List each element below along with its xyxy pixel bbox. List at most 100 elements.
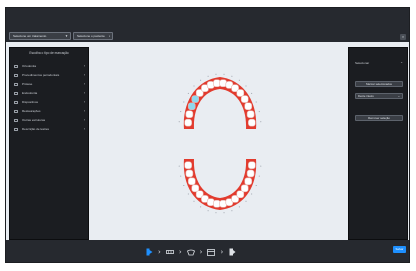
tooth-marker	[255, 101, 257, 103]
selection-header: Selecionar	[355, 61, 370, 65]
tooth	[184, 161, 192, 170]
device-icon	[14, 101, 18, 104]
tooth-marker	[258, 175, 260, 177]
menu-item-4[interactable]: Endodontia ›	[13, 90, 87, 97]
chevron-right-icon: ›	[158, 248, 161, 256]
chevron-down-icon[interactable]: ⌄	[400, 60, 403, 64]
tooth-marker	[260, 165, 262, 167]
crown-icon	[14, 83, 18, 86]
root-icon	[14, 92, 18, 95]
tooth-marker	[178, 165, 180, 167]
patient-select[interactable]: Selecione o paciente ▪	[73, 32, 113, 40]
expand-icon[interactable]: ×	[400, 34, 406, 40]
odontogram[interactable]	[96, 47, 341, 240]
tooth-marker	[215, 212, 217, 214]
tooth	[244, 177, 253, 186]
tooth-marker	[180, 175, 182, 177]
tooth	[213, 199, 221, 208]
tooth	[187, 177, 196, 186]
menu-item-6[interactable]: Restaurações ›	[13, 108, 87, 115]
tooth-marker	[258, 111, 260, 113]
tooth-marker	[223, 212, 225, 214]
remove-selection-button[interactable]: Remover seleção	[355, 115, 403, 121]
tooth-marker	[193, 85, 195, 87]
tooth-marker	[180, 111, 182, 113]
chevron-right-icon: ›	[178, 248, 182, 256]
bracket-icon	[14, 65, 18, 68]
tooth	[246, 110, 255, 119]
tooth	[187, 102, 196, 111]
top-toolbar: Selecione um tratamento ▼ Selecione o pa…	[6, 8, 409, 42]
patient-select-value: Selecione o paciente	[77, 34, 105, 38]
chevron-down-icon: ▼	[65, 34, 68, 38]
tooth-marker	[251, 92, 253, 94]
tooth-marker	[255, 185, 257, 187]
menu-item-label: Descrição de lesões	[22, 127, 50, 131]
treatment-select[interactable]: Selecione um tratamento ▼	[9, 32, 71, 40]
tooth	[248, 161, 256, 170]
step-braces[interactable]	[165, 248, 174, 256]
tooth-marker	[231, 75, 233, 77]
lesion-icon	[14, 128, 18, 131]
selection-panel: Selecionar ⌄ Marcar selecionados Dente i…	[348, 47, 408, 240]
chevron-right-icon: ›	[220, 248, 224, 256]
step-tooth[interactable]	[145, 248, 153, 256]
tooth-marker	[245, 85, 247, 87]
step-panel[interactable]	[207, 248, 216, 256]
menu-item-label: Ortodontia	[22, 64, 37, 68]
tooth-marker	[207, 210, 209, 212]
step-export[interactable]	[228, 248, 236, 256]
mark-selected-button[interactable]: Marcar selecionados	[355, 81, 403, 87]
tooth-marker	[200, 79, 202, 81]
chevron-right-icon: ›	[83, 91, 85, 95]
filling-icon	[14, 110, 18, 113]
region-select-value: Dente inteiro	[358, 94, 374, 98]
menu-item-1[interactable]: Ortodontia ›	[13, 63, 87, 70]
save-button[interactable]: Salvar	[393, 246, 406, 253]
tooth	[248, 118, 256, 127]
gum-icon	[14, 74, 18, 77]
tooth	[213, 79, 221, 88]
tooth-marker	[215, 73, 217, 75]
menu-item-5[interactable]: Dispositivos ›	[13, 99, 87, 106]
tooth-marker	[231, 210, 233, 212]
chevron-right-icon: ›	[83, 100, 85, 104]
menu-item-label: Dispositivos	[22, 100, 39, 104]
panel-title: Escolha o tipo de marcação	[29, 51, 69, 55]
tooth-marker	[223, 73, 225, 75]
tooth	[184, 118, 192, 127]
menu-item-label: Restaurações	[22, 109, 41, 113]
odontogram-canvas[interactable]	[96, 47, 341, 240]
tooth	[185, 169, 194, 178]
tooth	[240, 95, 249, 103]
chevron-right-icon: ›	[83, 127, 85, 131]
step-implant[interactable]	[186, 248, 195, 256]
menu-item-7[interactable]: Outras estruturas ›	[13, 117, 87, 124]
menu-item-label: Prótese	[22, 82, 33, 86]
tooth	[246, 169, 255, 178]
tooth	[244, 102, 253, 111]
treatment-select-value: Selecione um tratamento	[13, 34, 47, 38]
calendar-icon: ▪	[108, 34, 110, 38]
implant-icon	[186, 249, 195, 255]
tooth-marker	[200, 206, 202, 208]
chevron-right-icon: ›	[83, 118, 85, 122]
tooth	[185, 110, 194, 119]
panel-icon	[207, 248, 216, 256]
tooth-marker	[238, 79, 240, 81]
menu-item-8[interactable]: Descrição de lesões ›	[13, 126, 87, 133]
export-icon	[229, 248, 236, 256]
tooth-marker	[245, 200, 247, 202]
region-select[interactable]: Dente inteiro ⌄	[355, 93, 403, 99]
bottom-toolbar: › › › › Salvar	[6, 240, 409, 262]
tooth-marker	[251, 193, 253, 195]
chevron-right-icon: ›	[83, 109, 85, 113]
menu-item-label: Outras estruturas	[22, 118, 46, 122]
menu-item-2[interactable]: Procedimentos periodontais ›	[13, 72, 87, 79]
tooth-marker	[193, 200, 195, 202]
menu-item-3[interactable]: Prótese ›	[13, 81, 87, 88]
tooth-marker	[183, 101, 185, 103]
tooth-icon	[146, 248, 152, 256]
tooth-marker	[187, 92, 189, 94]
tooth	[240, 184, 249, 193]
